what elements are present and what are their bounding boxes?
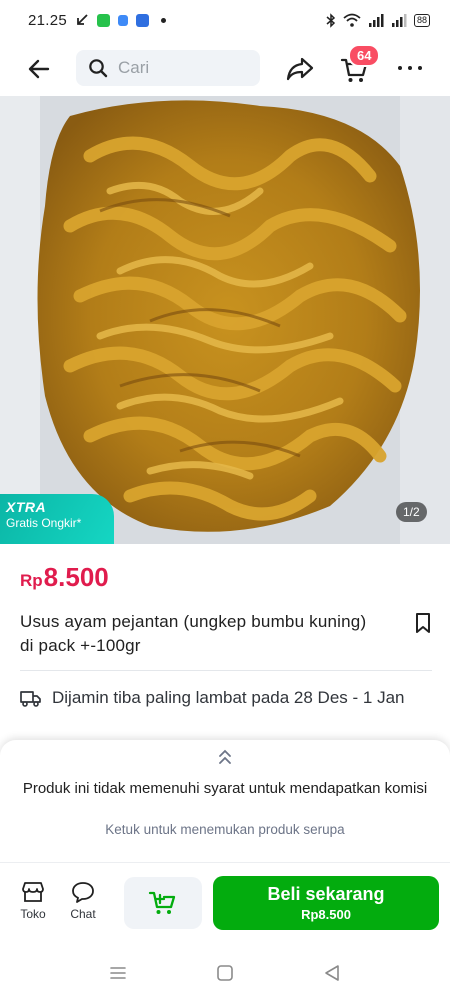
buy-now-button[interactable]: Beli sekarang Rp8.500: [213, 876, 439, 930]
shop-icon: [22, 882, 44, 902]
app-notification-icon: [118, 14, 129, 26]
commission-info-card[interactable]: Produk ini tidak memenuhi syarat untuk m…: [0, 740, 450, 862]
status-time: 21.25: [28, 11, 68, 29]
bottom-action-bar: Toko Chat Beli sekarang Rp8.500: [0, 862, 450, 944]
buy-now-label: Beli sekarang: [267, 884, 385, 904]
delivery-truck-icon: [20, 691, 41, 707]
chat-icon: [72, 882, 94, 903]
xtra-label: XTRA: [6, 499, 47, 515]
battery-icon: 88: [413, 13, 430, 27]
search-placeholder: Cari: [118, 58, 150, 77]
free-shipping-label: Gratis Ongkir*: [6, 516, 82, 530]
price-value: 8.500: [43, 562, 109, 592]
top-navigation: Cari 64: [0, 44, 450, 92]
search-input[interactable]: Cari: [76, 50, 260, 86]
app-notification-icon: [97, 13, 111, 27]
more-notifications-icon: [161, 17, 167, 23]
wifi-icon: [343, 13, 361, 27]
signal-icon: [391, 13, 407, 27]
signal-icon: [368, 13, 384, 27]
missed-call-icon: [77, 14, 88, 25]
free-shipping-badge: XTRA Gratis Ongkir*: [0, 494, 114, 544]
search-icon: [89, 59, 108, 78]
commission-message: Produk ini tidak memenuhi syarat untuk m…: [22, 780, 428, 797]
bluetooth-icon: [326, 12, 336, 28]
home-icon[interactable]: [216, 964, 234, 982]
chat-label: Chat: [70, 907, 96, 921]
back-icon[interactable]: [323, 964, 341, 982]
app-notification-icon: [136, 13, 150, 27]
add-to-cart-button[interactable]: [124, 877, 202, 929]
status-bar: 21.25 88: [0, 0, 450, 40]
recent-apps-icon[interactable]: [109, 964, 127, 982]
share-icon[interactable]: [286, 56, 314, 82]
divider: [20, 670, 432, 671]
add-to-cart-icon: [148, 891, 176, 914]
cart-count-badge: 64: [348, 44, 381, 67]
back-arrow-icon[interactable]: [26, 56, 52, 82]
product-photo: [0, 96, 450, 544]
shipping-info[interactable]: Dijamin tiba paling lambat pada 28 Des -…: [20, 686, 420, 710]
chat-button[interactable]: Chat: [63, 881, 103, 921]
product-title: Usus ayam pejantan (ungkep bumbu kuning)…: [20, 612, 367, 655]
bookmark-icon[interactable]: [412, 612, 434, 634]
buy-now-price: Rp8.500: [301, 907, 351, 922]
find-similar-link[interactable]: Ketuk untuk menemukan produk serupa: [0, 822, 450, 837]
shop-button[interactable]: Toko: [13, 881, 53, 921]
more-options-icon[interactable]: [398, 58, 422, 78]
shop-label: Toko: [20, 907, 46, 921]
system-navigation-bar: [0, 944, 450, 1000]
product-price: Rp 8.500: [20, 562, 109, 593]
product-image[interactable]: [0, 96, 450, 544]
double-chevron-up-icon[interactable]: [216, 748, 234, 766]
shipping-estimate-text: Dijamin tiba paling lambat pada 28 Des -…: [52, 688, 405, 707]
image-counter: 1/2: [396, 502, 427, 522]
price-currency: Rp: [20, 571, 43, 590]
